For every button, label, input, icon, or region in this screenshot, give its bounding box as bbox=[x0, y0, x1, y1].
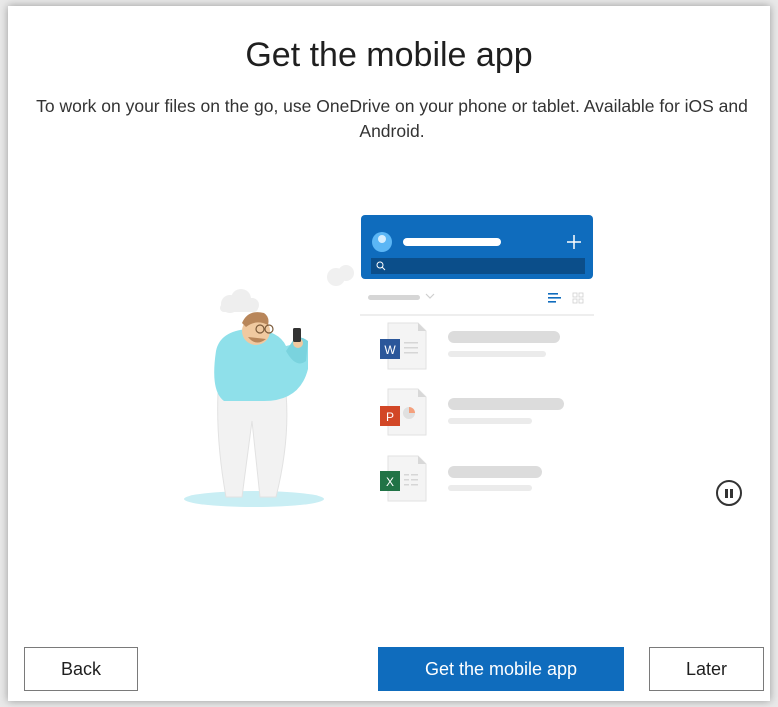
dialog-title: Get the mobile app bbox=[245, 36, 533, 74]
dialog: Get the mobile app To work on your files… bbox=[8, 6, 770, 701]
person-figure bbox=[214, 312, 308, 498]
get-mobile-app-button[interactable]: Get the mobile app bbox=[378, 647, 624, 691]
ground-shadow bbox=[184, 491, 324, 507]
search-bar bbox=[371, 258, 585, 274]
dialog-subtitle: To work on your files on the go, use One… bbox=[36, 96, 748, 141]
onedrive-mobile-illustration: W P X bbox=[184, 215, 594, 521]
phone-app-mockup: W P X bbox=[360, 215, 594, 521]
word-letter: W bbox=[384, 343, 396, 357]
later-button[interactable]: Later bbox=[649, 647, 764, 691]
cloud-icon bbox=[327, 265, 354, 286]
back-button[interactable]: Back bbox=[24, 647, 138, 691]
powerpoint-letter: P bbox=[386, 410, 394, 424]
pause-animation-button[interactable] bbox=[716, 480, 742, 506]
excel-letter: X bbox=[386, 475, 394, 489]
cloud-icon bbox=[220, 289, 259, 313]
